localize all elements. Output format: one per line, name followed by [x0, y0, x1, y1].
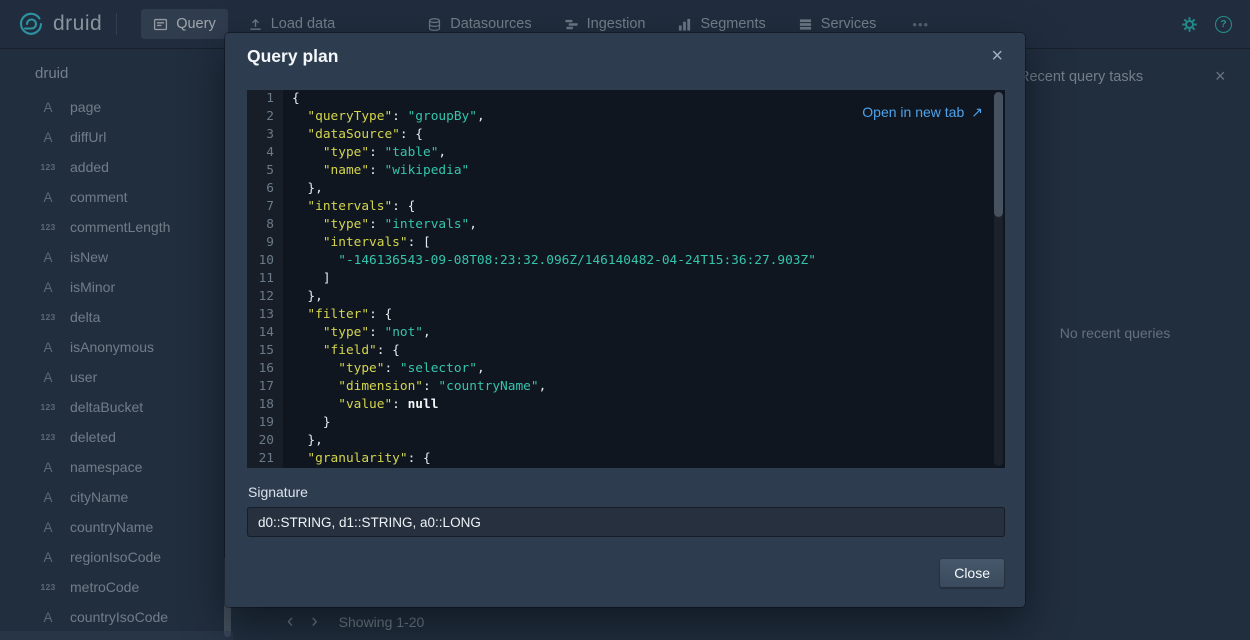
- code-line: 10 "-146136543-09-08T08:23:32.096Z/14614…: [247, 252, 1005, 270]
- query-plan-editor[interactable]: 1{2 "queryType": "groupBy",3 "dataSource…: [247, 90, 1005, 468]
- line-number: 13: [247, 306, 283, 324]
- line-number: 19: [247, 414, 283, 432]
- line-number: 12: [247, 288, 283, 306]
- code-editor-lines: 1{2 "queryType": "groupBy",3 "dataSource…: [247, 90, 1005, 468]
- line-number: 17: [247, 378, 283, 396]
- code-line: 8 "type": "intervals",: [247, 216, 1005, 234]
- line-number: 3: [247, 126, 283, 144]
- line-number: 1: [247, 90, 283, 108]
- line-number: 2: [247, 108, 283, 126]
- code-line: 20 },: [247, 432, 1005, 450]
- dialog-header: Query plan ×: [225, 33, 1025, 77]
- code-line: 9 "intervals": [: [247, 234, 1005, 252]
- editor-scrollbar-track: [994, 92, 1003, 466]
- line-number: 11: [247, 270, 283, 288]
- code-line: 11 ]: [247, 270, 1005, 288]
- code-line: 3 "dataSource": {: [247, 126, 1005, 144]
- code-line: 4 "type": "table",: [247, 144, 1005, 162]
- signature-label: Signature: [248, 484, 308, 500]
- code-line: 6 },: [247, 180, 1005, 198]
- code-line: 7 "intervals": {: [247, 198, 1005, 216]
- open-in-new-tab-link[interactable]: Open in new tab ↗: [862, 103, 983, 121]
- dialog-title: Query plan: [247, 46, 985, 67]
- code-line: 18 "value": null: [247, 396, 1005, 414]
- line-number: 7: [247, 198, 283, 216]
- close-button[interactable]: Close: [939, 558, 1005, 588]
- line-number: 15: [247, 342, 283, 360]
- code-line: 21 "granularity": {: [247, 450, 1005, 468]
- code-line: 14 "type": "not",: [247, 324, 1005, 342]
- code-line: 15 "field": {: [247, 342, 1005, 360]
- code-line: 5 "name": "wikipedia": [247, 162, 1005, 180]
- line-number: 9: [247, 234, 283, 252]
- code-line: 17 "dimension": "countryName",: [247, 378, 1005, 396]
- query-plan-dialog: Query plan × 1{2 "queryType": "groupBy",…: [225, 33, 1025, 607]
- line-number: 21: [247, 450, 283, 468]
- editor-scrollbar-thumb[interactable]: [994, 92, 1003, 217]
- line-number: 5: [247, 162, 283, 180]
- arrow-top-right-icon: ↗: [971, 103, 983, 121]
- line-number: 10: [247, 252, 283, 270]
- line-number: 6: [247, 180, 283, 198]
- code-line: 13 "filter": {: [247, 306, 1005, 324]
- line-number: 4: [247, 144, 283, 162]
- line-number: 18: [247, 396, 283, 414]
- open-in-new-tab-label: Open in new tab: [862, 103, 964, 121]
- code-line: 16 "type": "selector",: [247, 360, 1005, 378]
- line-number: 8: [247, 216, 283, 234]
- line-number: 20: [247, 432, 283, 450]
- signature-input[interactable]: [247, 507, 1005, 537]
- code-line: 19 }: [247, 414, 1005, 432]
- code-line: 12 },: [247, 288, 1005, 306]
- line-number: 16: [247, 360, 283, 378]
- line-number: 14: [247, 324, 283, 342]
- dialog-close-icon[interactable]: ×: [985, 43, 1009, 70]
